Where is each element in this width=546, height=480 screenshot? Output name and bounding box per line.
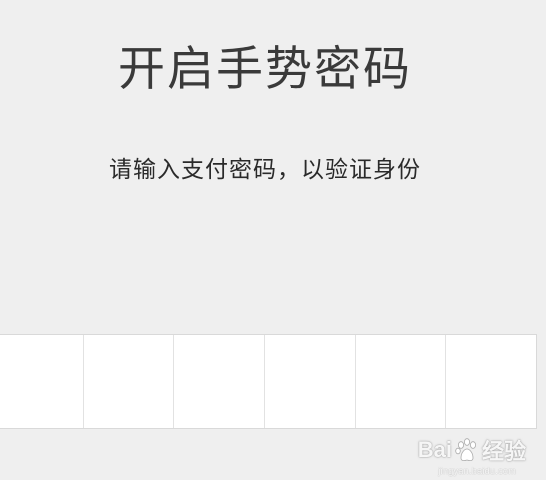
baidu-jingyan-watermark: Bai 经验 xyxy=(418,434,526,466)
password-digit-cell-6[interactable] xyxy=(446,335,537,428)
watermark-brand-left: Bai xyxy=(417,437,452,462)
password-digit-cell-5[interactable] xyxy=(355,335,447,428)
watermark-url: jingyan.baidu.com xyxy=(438,466,516,476)
password-digit-cell-3[interactable] xyxy=(174,335,266,428)
baidu-paw-icon xyxy=(455,438,476,461)
password-digit-cell-4[interactable] xyxy=(265,335,356,428)
password-digit-cell-1[interactable] xyxy=(0,335,84,428)
password-digit-cell-2[interactable] xyxy=(83,335,175,428)
page-title: 开启手势密码 xyxy=(118,42,412,97)
watermark-brand-right: 经验 xyxy=(481,439,526,464)
payment-password-input[interactable] xyxy=(0,334,537,429)
password-prompt-text: 请输入支付密码，以验证身份 xyxy=(109,157,421,183)
